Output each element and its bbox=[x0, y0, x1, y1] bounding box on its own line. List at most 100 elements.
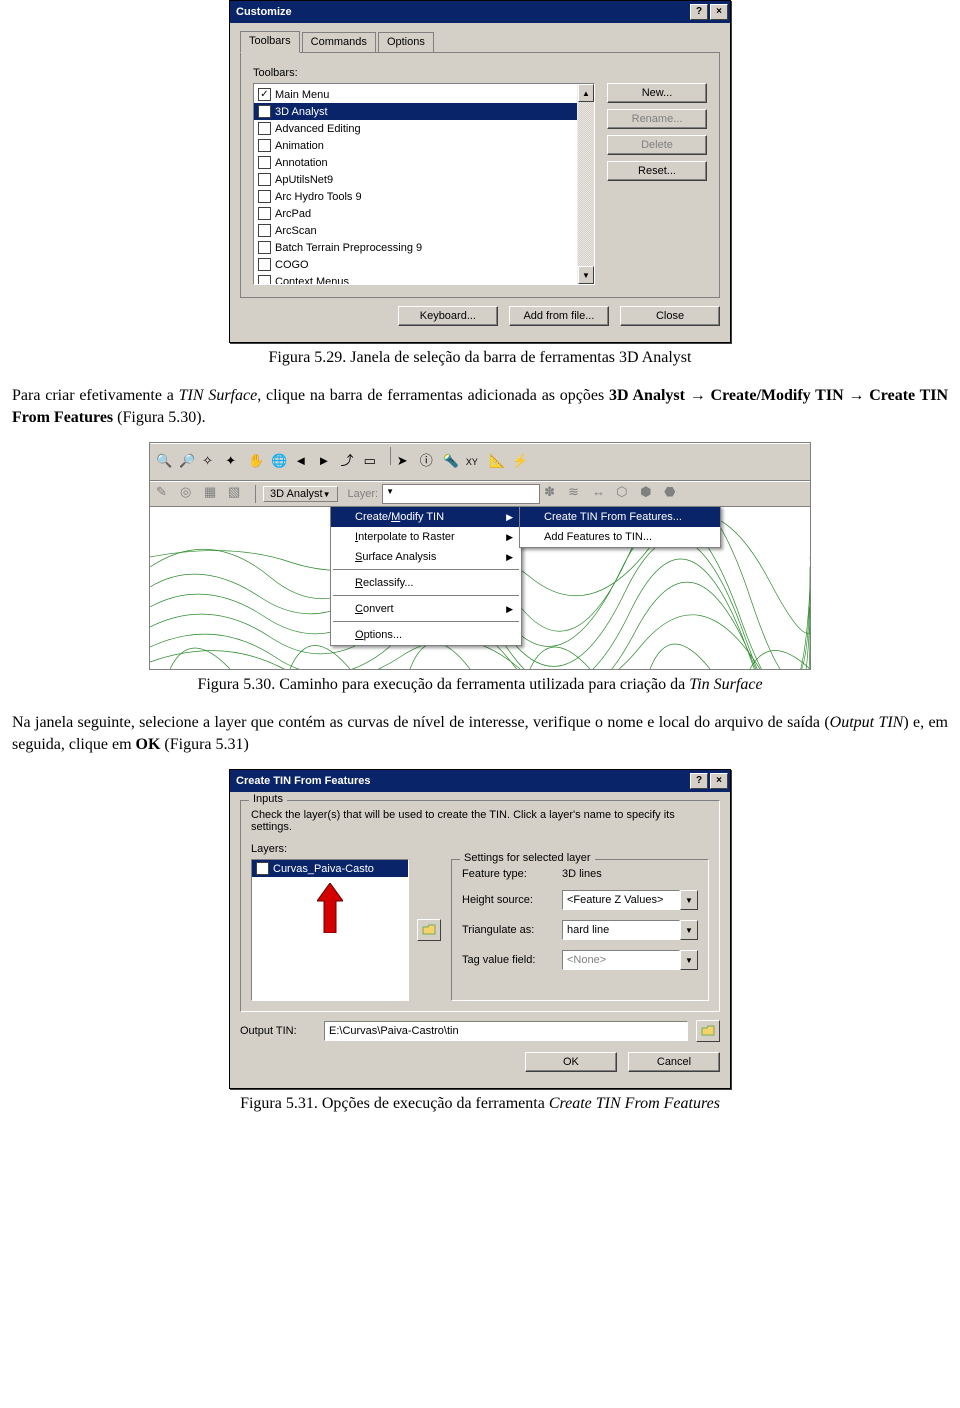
list-item[interactable]: ArcPad bbox=[254, 205, 577, 222]
list-item-label: COGO bbox=[275, 259, 309, 271]
add-from-file-button[interactable]: Add from file... bbox=[509, 306, 609, 326]
menu-item[interactable]: Convert ▶ bbox=[331, 599, 521, 619]
list-item-label: Main Menu bbox=[275, 89, 329, 101]
refresh-icon[interactable]: ⤴ bbox=[341, 450, 361, 470]
ok-button[interactable]: OK bbox=[525, 1052, 617, 1072]
menu-item[interactable]: Interpolate to Raster▶ bbox=[331, 527, 521, 547]
zoom-out-icon[interactable]: 🔎 bbox=[179, 453, 199, 473]
list-item[interactable]: Annotation bbox=[254, 154, 577, 171]
list-item[interactable]: COGO bbox=[254, 256, 577, 273]
menu-item[interactable]: Add Features to TIN... bbox=[520, 527, 720, 547]
checkbox-icon[interactable] bbox=[256, 862, 269, 875]
settings-group-title: Settings for selected layer bbox=[460, 852, 595, 864]
list-item[interactable]: 3D Analyst bbox=[254, 103, 577, 120]
close-icon[interactable]: × bbox=[710, 4, 728, 20]
checkbox-icon[interactable] bbox=[258, 275, 271, 284]
menu-item[interactable]: Create/Modify TIN▶ bbox=[331, 507, 521, 527]
menu-item-label: Surface Analysis bbox=[355, 551, 436, 563]
checkbox-icon[interactable] bbox=[258, 88, 271, 101]
list-item-label: 3D Analyst bbox=[275, 106, 328, 118]
checkbox-icon[interactable] bbox=[258, 224, 271, 237]
figure-caption-2: Figura 5.30. Caminho para execução da fe… bbox=[12, 676, 948, 694]
globe-icon[interactable]: 🌐 bbox=[271, 453, 291, 473]
tab-commands[interactable]: Commands bbox=[302, 32, 376, 52]
scroll-up-icon[interactable]: ▲ bbox=[578, 84, 594, 102]
list-item[interactable]: ArcScan bbox=[254, 222, 577, 239]
list-item-label: Annotation bbox=[275, 157, 328, 169]
layer-combo[interactable]: ▼ bbox=[382, 484, 540, 504]
full-extent-icon[interactable]: ✧ bbox=[202, 453, 222, 473]
titlebar[interactable]: Create TIN From Features ? × bbox=[230, 770, 730, 792]
menu-item[interactable]: Create TIN From Features... bbox=[520, 507, 720, 527]
height-source-combo[interactable]: <Feature Z Values>▼ bbox=[562, 890, 698, 910]
zoom-in-icon[interactable]: 🔍 bbox=[156, 453, 176, 473]
menu-item-label: Interpolate to Raster bbox=[355, 531, 455, 543]
checkbox-icon[interactable] bbox=[258, 173, 271, 186]
find-icon[interactable]: 🔦 bbox=[443, 453, 463, 473]
analyst-dropdown[interactable]: 3D Analyst▼ bbox=[263, 486, 338, 502]
output-tin-field[interactable]: E:\Curvas\Paiva-Castro\tin bbox=[324, 1021, 688, 1041]
menu-item[interactable]: Surface Analysis▶ bbox=[331, 547, 521, 567]
checkbox-icon[interactable] bbox=[258, 207, 271, 220]
close-icon[interactable]: × bbox=[710, 773, 728, 789]
identify-icon[interactable]: ⓘ bbox=[420, 450, 440, 470]
help-icon[interactable]: ? bbox=[690, 4, 708, 20]
triangulate-as-combo[interactable]: hard line▼ bbox=[562, 920, 698, 940]
titlebar[interactable]: Customize ? × bbox=[230, 1, 730, 23]
tag-value-combo[interactable]: <None>▼ bbox=[562, 950, 698, 970]
toolbars-listbox[interactable]: Main Menu 3D Analyst Advanced EditingAnima… bbox=[253, 83, 595, 285]
list-item[interactable]: Main Menu bbox=[254, 86, 577, 103]
create-tin-dialog: Create TIN From Features ? × Inputs Chec… bbox=[229, 769, 731, 1089]
reset-button[interactable]: Reset... bbox=[607, 161, 707, 181]
fixed-zoom-icon[interactable]: ✦ bbox=[225, 453, 245, 473]
keyboard-button[interactable]: Keyboard... bbox=[398, 306, 498, 326]
help-icon[interactable]: ? bbox=[690, 773, 708, 789]
analyst-toolbar: ✎ ◎ ▦ ▧ 3D Analyst▼ Layer: ▼ ✽ ≋ ↔ ⬡ ⬢ ⬣ bbox=[150, 481, 810, 507]
new-button[interactable]: New... bbox=[607, 83, 707, 103]
list-item[interactable]: ApUtilsNet9 bbox=[254, 171, 577, 188]
checkbox-icon[interactable] bbox=[258, 139, 271, 152]
list-item[interactable]: Context Menus bbox=[254, 273, 577, 284]
tab-options[interactable]: Options bbox=[378, 32, 434, 52]
select-icon[interactable]: ▭ bbox=[364, 453, 384, 473]
scroll-down-icon[interactable]: ▼ bbox=[578, 266, 594, 284]
checkbox-icon[interactable] bbox=[258, 258, 271, 271]
close-button[interactable]: Close bbox=[620, 306, 720, 326]
checkbox-icon[interactable] bbox=[258, 156, 271, 169]
checkbox-icon[interactable] bbox=[258, 105, 271, 118]
layer-item[interactable]: Curvas_Paiva-Casto bbox=[252, 860, 408, 877]
cancel-button[interactable]: Cancel bbox=[628, 1052, 720, 1072]
list-item[interactable]: Batch Terrain Preprocessing 9 bbox=[254, 239, 577, 256]
window-title: Customize bbox=[236, 6, 688, 18]
measure-icon[interactable]: 📐 bbox=[489, 453, 509, 473]
list-item[interactable]: Advanced Editing bbox=[254, 120, 577, 137]
forward-icon[interactable]: ► bbox=[317, 453, 337, 473]
browse-output-button[interactable] bbox=[696, 1020, 720, 1042]
list-item[interactable]: Animation bbox=[254, 137, 577, 154]
checkbox-icon[interactable] bbox=[258, 241, 271, 254]
layers-listbox[interactable]: Curvas_Paiva-Casto bbox=[251, 859, 409, 1001]
pointer-icon[interactable]: ➤ bbox=[397, 453, 417, 473]
menu-item-label: Convert bbox=[355, 603, 394, 615]
list-item-label: ArcScan bbox=[275, 225, 317, 237]
menu-item-label: Add Features to TIN... bbox=[544, 531, 652, 543]
tab-toolbars[interactable]: Toolbars bbox=[240, 31, 300, 53]
menu-separator bbox=[333, 595, 519, 597]
menu-item[interactable]: Options... bbox=[331, 625, 521, 645]
pan-icon[interactable]: ✋ bbox=[248, 453, 268, 473]
list-item[interactable]: Arc Hydro Tools 9 bbox=[254, 188, 577, 205]
context-menu-2: Create TIN From Features... Add Features … bbox=[519, 506, 721, 548]
delete-button[interactable]: Delete bbox=[607, 135, 707, 155]
back-icon[interactable]: ◄ bbox=[294, 453, 314, 473]
rename-button[interactable]: Rename... bbox=[607, 109, 707, 129]
menu-item[interactable]: Reclassify... bbox=[331, 573, 521, 593]
xy-icon[interactable]: XY bbox=[466, 457, 486, 477]
output-tin-label: Output TIN: bbox=[240, 1025, 316, 1037]
checkbox-icon[interactable] bbox=[258, 190, 271, 203]
checkbox-icon[interactable] bbox=[258, 122, 271, 135]
scrollbar[interactable]: ▲ ▼ bbox=[577, 84, 594, 284]
browse-layer-button[interactable] bbox=[417, 919, 441, 941]
feature-type-value: 3D lines bbox=[562, 868, 698, 880]
submenu-arrow-icon: ▶ bbox=[506, 604, 513, 615]
bolt-icon[interactable]: ⚡ bbox=[512, 453, 532, 473]
